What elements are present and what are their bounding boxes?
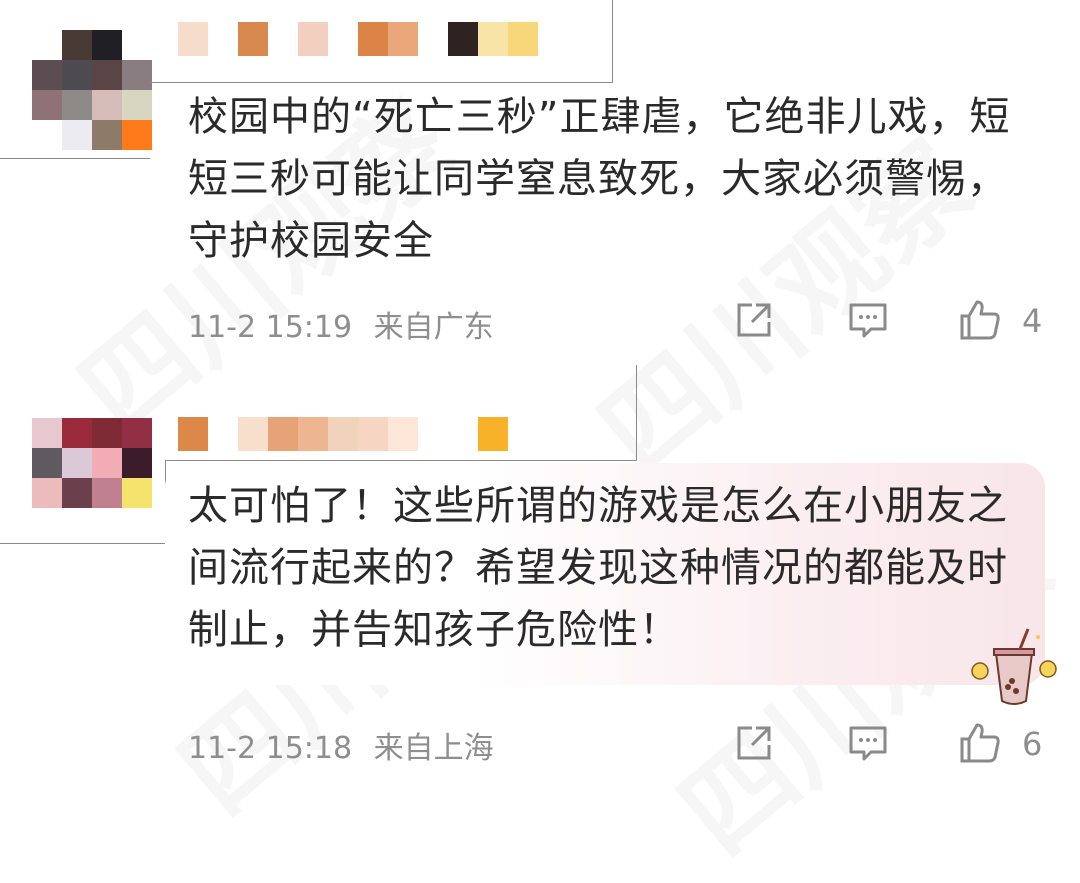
avatar-pixel [62,448,92,478]
username-pixel [208,22,238,56]
avatar-pixel [122,508,152,538]
username-pixel [358,22,388,56]
crop-line [0,158,150,159]
crop-line [150,82,613,83]
avatar-pixel [62,478,92,508]
avatar-pixel [122,90,152,120]
avatar-pixel [122,478,152,508]
username-pixel [328,22,358,56]
avatar-pixel [92,90,122,120]
username-pixel [478,22,508,56]
avatar-pixel [92,60,122,90]
comment-location: 来自广东 [373,310,494,345]
avatar-pixel [62,60,92,90]
like-icon[interactable] [958,298,1002,342]
comment-meta: 11-2 15:19 来自广东 [188,302,494,346]
comment-date: 11-2 15:19 [188,310,353,345]
avatar-pixel [32,90,62,120]
username[interactable] [178,417,508,451]
share-icon[interactable] [732,298,776,342]
comment-text: 校园中的“死亡三秒”正肆虐，它绝非儿戏，短短三秒可能让同学窒息致死，大家必须警惕… [188,94,1011,264]
username-pixel [418,22,448,56]
username-pixel [208,417,238,451]
avatar-pixel [62,120,92,150]
username-pixel [388,417,418,451]
username-pixel [178,22,208,56]
username-pixel [268,417,298,451]
avatar-pixel [62,418,92,448]
avatar[interactable] [32,30,152,150]
avatar-pixel [32,478,62,508]
avatar-pixel [32,60,62,90]
username-pixel [268,22,298,56]
reply-icon[interactable] [846,298,890,342]
avatar-pixel [62,30,92,60]
avatar-pixel [32,448,62,478]
avatar-pixel [92,508,122,538]
username-pixel [418,417,448,451]
username-pixel [448,417,478,451]
like-count: 6 [1022,725,1043,763]
comment-location: 来自上海 [373,731,494,766]
username-pixel [358,417,388,451]
comment-meta: 11-2 15:18 来自上海 [188,723,494,767]
comment-item: 校园中的“死亡三秒”正肆虐，它绝非儿戏，短短三秒可能让同学窒息致死，大家必须警惕… [0,0,1080,365]
crop-line [612,0,613,82]
crop-line [636,365,637,460]
reply-icon[interactable] [846,721,890,765]
avatar-pixel [122,418,152,448]
crop-line [0,543,166,544]
username-pixel [328,417,358,451]
avatar-pixel [92,448,122,478]
like-count: 4 [1022,302,1043,340]
share-icon[interactable] [732,721,776,765]
avatar-pixel [92,418,122,448]
comment-item: 太可怕了！这些所谓的游戏是怎么在小朋友之间流行起来的？希望发现这种情况的都能及时… [0,365,1080,781]
like-icon[interactable] [958,721,1002,765]
avatar-pixel [122,60,152,90]
comment-text: 太可怕了！这些所谓的游戏是怎么在小朋友之间流行起来的？希望发现这种情况的都能及时… [188,483,1008,653]
avatar-pixel [122,30,152,60]
avatar-pixel [32,418,62,448]
username-pixel [178,417,208,451]
bubble-tea-sticker [971,628,1057,705]
avatar-pixel [32,508,62,538]
username-pixel [238,417,268,451]
avatar[interactable] [32,418,152,538]
username-pixel [478,417,508,451]
username[interactable] [178,22,538,56]
avatar-pixel [122,448,152,478]
username-pixel [508,22,538,56]
avatar-pixel [32,30,62,60]
crop-line [165,460,637,461]
avatar-pixel [32,120,62,150]
avatar-pixel [62,90,92,120]
username-pixel [298,22,328,56]
avatar-pixel [92,30,122,60]
avatar-pixel [92,120,122,150]
username-pixel [238,22,268,56]
avatar-pixel [122,120,152,150]
avatar-pixel [62,508,92,538]
username-pixel [448,22,478,56]
username-pixel [388,22,418,56]
comment-date: 11-2 15:18 [188,731,353,766]
avatar-pixel [92,478,122,508]
username-pixel [298,417,328,451]
